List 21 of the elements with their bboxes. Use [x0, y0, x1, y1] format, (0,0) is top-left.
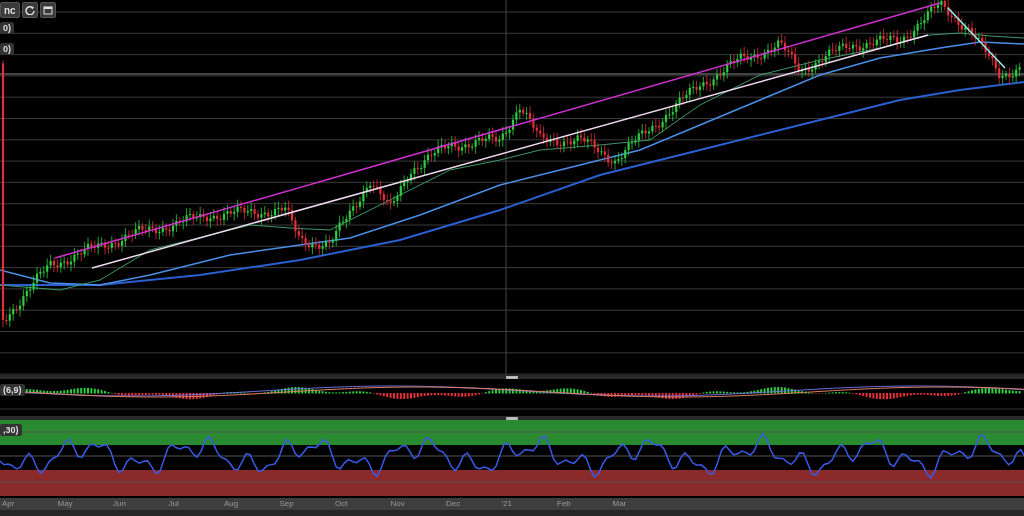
axis-label: '21: [500, 498, 513, 510]
axis-label: Oct: [334, 498, 349, 510]
refresh-icon[interactable]: [21, 2, 38, 18]
axis-label: Jun: [112, 498, 127, 510]
axis-label: May: [56, 498, 74, 510]
axis-label: Nov: [389, 498, 406, 510]
axis-label: Mar: [611, 498, 628, 510]
indicator-label: 0): [0, 22, 14, 34]
panel-resize-handle[interactable]: [506, 375, 518, 379]
axis-label: Feb: [556, 498, 572, 510]
panel-resize-handle[interactable]: [506, 416, 518, 420]
calendar-icon[interactable]: [39, 2, 56, 18]
axis-label: Jul: [167, 498, 180, 510]
axis-label: Aug: [223, 498, 240, 510]
axis-label: Dec: [445, 498, 462, 510]
axis-label: Apr: [1, 498, 16, 510]
macd-label: (6,9): [0, 384, 25, 396]
indicator-label: 0): [0, 43, 14, 55]
axis-label: Sep: [278, 498, 295, 510]
rsi-label: ,30): [0, 424, 22, 436]
toolbar-button[interactable]: nc: [0, 2, 20, 18]
